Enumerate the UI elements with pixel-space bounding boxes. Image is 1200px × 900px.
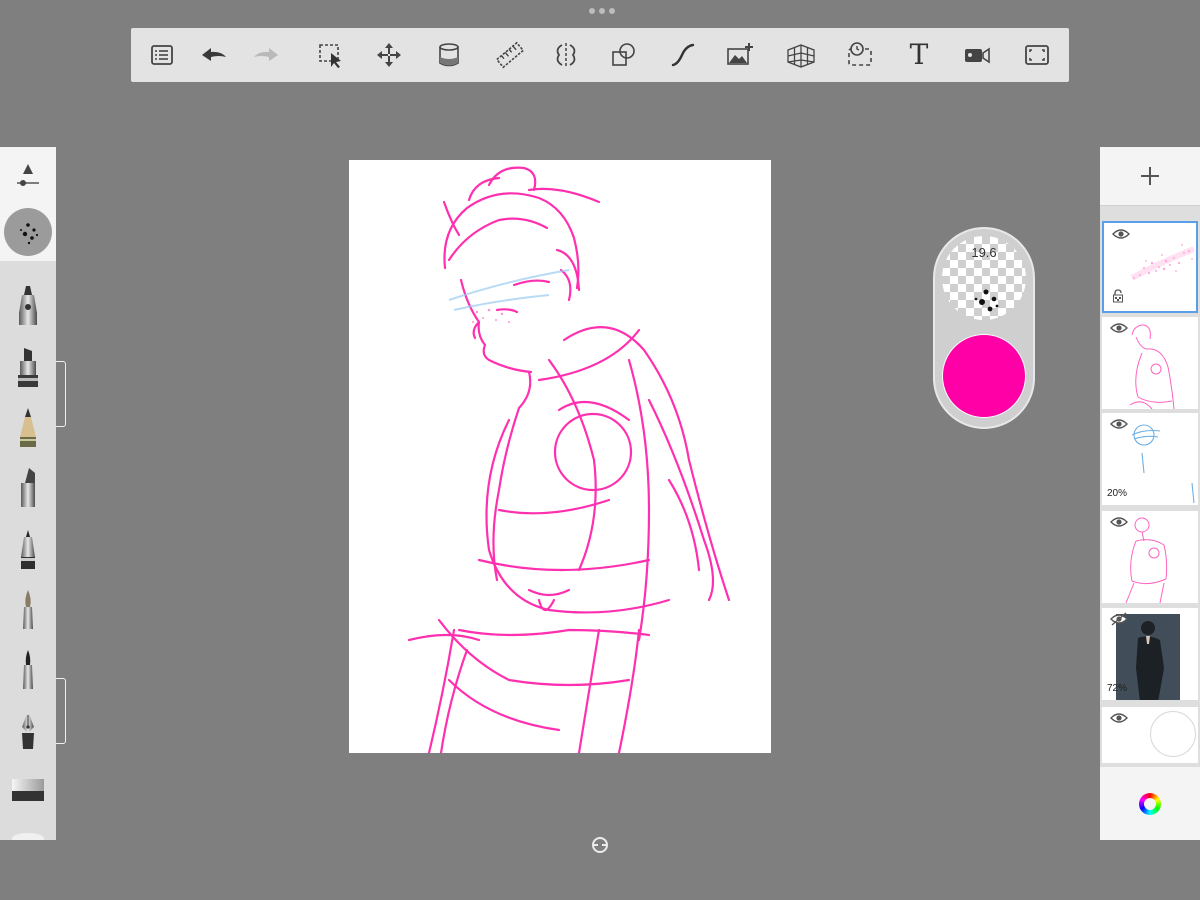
fountain-pen-icon[interactable] [8,709,48,753]
brush-size-slider-icon[interactable] [14,161,42,189]
text-icon[interactable]: T [903,39,935,71]
shapes-icon[interactable] [608,39,640,71]
text-tool-label: T [909,38,929,71]
ballpoint-pen-icon[interactable] [8,527,48,571]
lock-icon[interactable] [1112,289,1124,303]
more-dots-handle[interactable] [589,8,615,14]
visibility-eye-icon[interactable] [1110,711,1128,725]
visibility-eye-icon[interactable] [1110,515,1128,529]
layer-thumbnail-2[interactable] [1102,317,1198,409]
ink-brush-icon[interactable] [8,647,48,691]
add-image-icon[interactable] [724,39,756,71]
hidden-eye-icon[interactable] [1110,612,1128,626]
redo-arrow-icon[interactable] [250,39,282,71]
pencil-icon[interactable] [8,405,48,449]
list-icon[interactable] [146,39,178,71]
plus-icon [1141,167,1159,185]
perspective-grid-icon[interactable] [785,39,817,71]
rotate-canvas-icon[interactable] [590,835,610,855]
symmetry-icon[interactable] [550,39,582,71]
undo-arrow-icon[interactable] [198,39,230,71]
sketch-drawing [407,166,731,753]
layer-thumbnail-4[interactable] [1102,511,1198,603]
paintbrush-icon[interactable] [8,587,48,631]
color-editor-button[interactable] [1100,767,1200,840]
layer-opacity-label: 20% [1107,488,1128,499]
visibility-eye-icon[interactable] [1110,417,1128,431]
video-icon[interactable] [961,39,993,71]
partial-brush-icon[interactable] [12,833,44,840]
brush-palette [0,147,56,840]
background-layer[interactable] [1102,707,1198,763]
visibility-eye-icon[interactable] [1112,227,1130,241]
curve-icon[interactable] [667,39,699,71]
ruler-icon[interactable] [494,39,526,71]
selection-icon[interactable] [315,39,347,71]
brush-tip-preview-icon [974,289,999,312]
airbrush-icon[interactable] [8,283,48,327]
eraser-icon[interactable] [8,769,48,813]
visibility-eye-icon[interactable] [1110,321,1128,335]
palette-edge-handle-lower[interactable] [56,678,66,744]
layer-opacity-label: 72% [1107,683,1128,694]
drawing-canvas[interactable] [349,160,771,753]
fullscreen-icon[interactable] [1021,39,1053,71]
color-size-puck[interactable]: 19.6 [933,227,1035,429]
fill-bucket-icon[interactable] [433,39,465,71]
brush-size-puck[interactable]: 19.6 [942,236,1026,320]
layer-thumbnail-5[interactable]: 72% [1102,608,1198,700]
palette-edge-handle-upper[interactable] [56,361,66,427]
color-puck-swatch[interactable] [942,334,1026,418]
brush-settings-area [0,147,56,261]
move-icon[interactable] [373,39,405,71]
layer-thumbnail-1[interactable] [1102,221,1198,313]
layer-thumbnail-3[interactable]: 20% [1102,413,1198,505]
top-toolbar: T [131,28,1069,82]
color-wheel-icon [1139,792,1161,815]
timelapse-icon[interactable] [844,39,876,71]
marker-icon[interactable] [8,345,48,389]
background-color-swatch[interactable] [1150,711,1196,757]
chisel-marker-icon[interactable] [8,465,48,509]
layer-editor: 20% 72% [1100,147,1200,840]
brush-preview-icon[interactable] [4,208,52,256]
add-layer-button[interactable] [1100,147,1200,206]
